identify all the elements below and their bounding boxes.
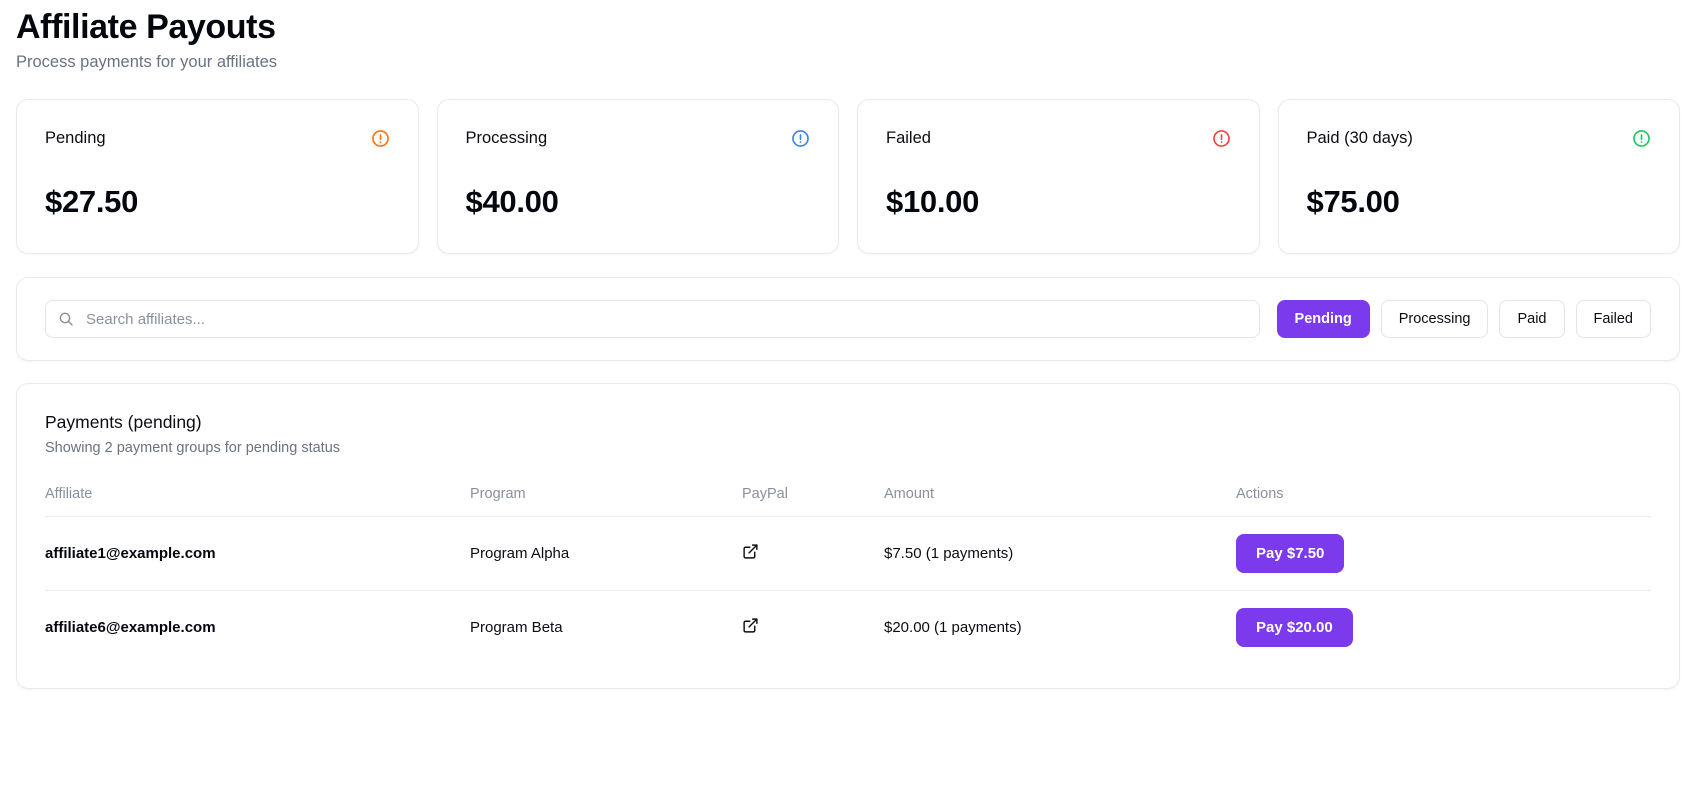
- cell-amount: $20.00 (1 payments): [884, 619, 1022, 636]
- filter-button-pending[interactable]: Pending: [1276, 300, 1370, 338]
- payments-table: Affiliate Program PayPal Amount Actions …: [45, 486, 1651, 664]
- payments-caption: Showing 2 payment groups for pending sta…: [45, 440, 341, 456]
- search-input[interactable]: [45, 300, 1260, 338]
- filter-button-processing[interactable]: Processing: [1380, 300, 1489, 338]
- filter-bar: Pending Processing Paid Failed: [16, 277, 1680, 361]
- stat-card-header: Paid (30 days): [1307, 127, 1652, 149]
- cell-actions: Pay $7.50: [1236, 516, 1651, 591]
- cell-paypal: [742, 591, 884, 665]
- page-subtitle: Process payments for your affiliates: [16, 53, 278, 71]
- cell-paypal: [742, 516, 884, 591]
- column-header-actions: Actions: [1236, 486, 1651, 517]
- alert-circle-icon: [1212, 129, 1231, 148]
- column-header-paypal: PayPal: [742, 486, 884, 517]
- cell-program: Program Alpha: [470, 516, 742, 591]
- filter-button-paid[interactable]: Paid: [1499, 300, 1565, 338]
- stat-card-header: Failed: [886, 127, 1231, 149]
- stat-card-failed: Failed $10.00: [857, 99, 1260, 254]
- stat-value: $10.00: [886, 184, 980, 219]
- stats-row: Pending $27.50 Processing $40.00 Failed …: [16, 99, 1680, 254]
- alert-circle-icon: [371, 129, 390, 148]
- cell-amount: $7.50 (1 payments): [884, 516, 1236, 591]
- payments-title: Payments (pending): [45, 412, 202, 432]
- alert-circle-icon: [1632, 129, 1651, 148]
- pay-button[interactable]: Pay $20.00: [1236, 608, 1353, 647]
- status-filter-group: Pending Processing Paid Failed: [1276, 300, 1651, 338]
- stat-value: $75.00: [1306, 184, 1400, 219]
- stat-label: Failed: [886, 129, 931, 147]
- stat-card-pending: Pending $27.50: [16, 99, 419, 254]
- stat-label: Pending: [45, 129, 106, 147]
- payouts-page: Affiliate Payouts Process payments for y…: [0, 0, 1696, 789]
- stat-card-header: Processing: [466, 127, 811, 149]
- external-link-icon[interactable]: [742, 617, 759, 634]
- search-field-wrapper: [45, 300, 1260, 338]
- payments-table-body: affiliate1@example.com Program Alpha $7.…: [45, 516, 1651, 665]
- stat-card-processing: Processing $40.00: [436, 99, 839, 254]
- cell-program: Program Beta: [470, 619, 563, 636]
- stat-label: Processing: [465, 129, 548, 147]
- payments-table-head: Affiliate Program PayPal Amount Actions: [45, 486, 1651, 517]
- cell-affiliate: affiliate6@example.com: [45, 619, 216, 636]
- stat-card-header: Pending: [45, 127, 390, 149]
- cell-affiliate: affiliate1@example.com: [45, 516, 470, 591]
- table-row: affiliate1@example.com Program Alpha $7.…: [45, 516, 1651, 591]
- payments-card: Payments (pending) Showing 2 payment gro…: [16, 383, 1680, 689]
- column-header-program: Program: [470, 486, 742, 517]
- table-header-row: Affiliate Program PayPal Amount Actions: [45, 486, 1651, 517]
- alert-circle-icon: [791, 129, 810, 148]
- external-link-icon[interactable]: [742, 543, 759, 560]
- column-header-affiliate: Affiliate: [45, 486, 470, 517]
- stat-card-paid: Paid (30 days) $75.00: [1277, 99, 1680, 254]
- stat-label: Paid (30 days): [1306, 129, 1413, 147]
- column-header-amount: Amount: [884, 486, 1236, 517]
- filter-button-failed[interactable]: Failed: [1575, 300, 1651, 338]
- stat-value: $27.50: [45, 184, 139, 219]
- pay-button[interactable]: Pay $7.50: [1236, 534, 1345, 573]
- page-header: Affiliate Payouts Process payments for y…: [16, 0, 1680, 74]
- page-title: Affiliate Payouts: [16, 8, 276, 46]
- stat-value: $40.00: [465, 184, 559, 219]
- cell-actions: Pay $20.00: [1236, 591, 1651, 665]
- table-row: affiliate6@example.com Program Beta $20.…: [45, 591, 1651, 665]
